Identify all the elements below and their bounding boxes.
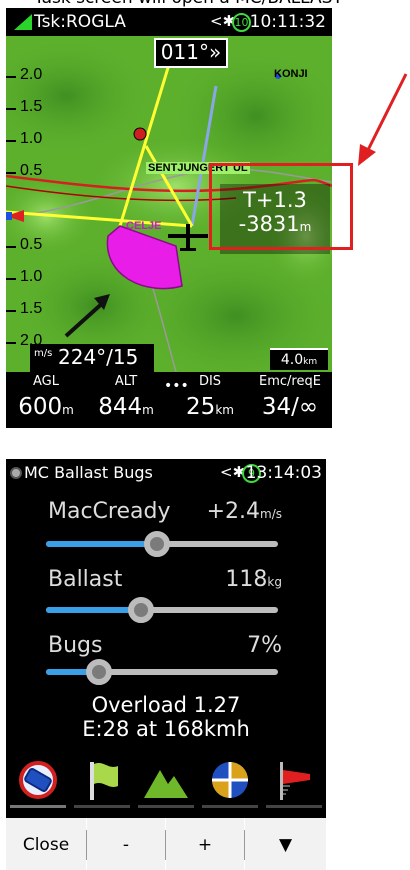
caption-text: Task screen will open a MC/BALLAST (34, 0, 343, 8)
ballast-slider[interactable] (46, 597, 278, 623)
clock: 13:14:03 (245, 463, 322, 483)
nav-value: 34/∞ (261, 394, 319, 420)
page-caption: Task screen will open a MC/BALLAST (0, 0, 410, 8)
nav-label: AGL (33, 374, 59, 389)
slider-fill (46, 541, 158, 547)
nav-unit: km (215, 403, 234, 417)
close-button[interactable]: Close (6, 818, 86, 870)
status-bar: MC Ballast Bugs <✱ 9 13:14:03 (6, 459, 326, 487)
maccready-value: +2.4m/s (207, 499, 282, 524)
glider-icon[interactable] (10, 756, 66, 808)
plus-button[interactable]: + (166, 818, 244, 870)
button-bar: Close - + ▼ (6, 816, 326, 870)
bugs-slider[interactable] (46, 659, 278, 685)
scale-label: 1.0 (20, 268, 43, 285)
scale-label: 0.5 (20, 162, 43, 179)
menu-icon-row (6, 752, 326, 812)
mountain-icon[interactable] (138, 756, 194, 808)
ballast-unit: kg (267, 575, 282, 589)
scale-label: 0.5 (20, 236, 43, 253)
scale-label: 1.0 (20, 130, 43, 147)
nav-box-emc[interactable]: Emc/reqE 34/∞ (250, 372, 330, 428)
map-scale-unit: km (303, 357, 318, 367)
efficiency-text: E:28 at 168kmh (82, 717, 250, 741)
nav-box-alt[interactable]: ALT 844m (86, 372, 166, 428)
wind-unit: m/s (34, 348, 53, 359)
red-arrow-icon (358, 73, 408, 166)
gps-status-icon (10, 467, 22, 479)
windsock-icon[interactable] (266, 756, 322, 808)
overload-text: Overload 1.27 (91, 693, 241, 717)
wind-box[interactable]: m/s 224°/15 (30, 344, 154, 372)
minus-button[interactable]: - (87, 818, 165, 870)
nav-label: DIS (198, 374, 222, 389)
bugs-label: Bugs (48, 633, 103, 658)
nav-label: Emc/reqE (259, 374, 321, 389)
slider-knob[interactable] (128, 597, 155, 623)
heading-value: 011° (160, 40, 209, 64)
poi-konji[interactable]: KONJI (274, 68, 308, 80)
bugs-value: 7% (247, 633, 282, 658)
vario-scale: 2.0 1.5 1.0 0.5 0.5 1.0 1.5 2.0 (6, 36, 48, 372)
maccready-unit: m/s (260, 507, 282, 521)
slider-fill (46, 607, 142, 613)
maccready-number: +2.4 (206, 499, 261, 524)
ballast-value: 118kg (225, 567, 282, 592)
scale-label: 2.0 (20, 66, 43, 83)
slider-knob[interactable] (144, 531, 171, 557)
nav-box-bar: ••• AGL 600m ALT 844m DIS 25km Emc/reqE … (6, 372, 332, 428)
nav-unit: m (142, 403, 154, 417)
clock: 10:11:32 (249, 12, 326, 32)
map-scale-value: 4.0 (280, 352, 304, 368)
nav-value: 600 (18, 394, 63, 420)
poi-celje[interactable]: CELJE (126, 220, 161, 232)
scale-label: 1.5 (20, 98, 43, 115)
status-bar: Tsk:ROGLA <✱ 10 10:11:32 (6, 8, 332, 36)
ballast-number: 118 (225, 567, 268, 592)
highlight-box (209, 163, 353, 250)
slider-knob[interactable] (86, 659, 113, 685)
nav-box-agl[interactable]: AGL 600m (6, 372, 86, 428)
compass-icon[interactable] (202, 756, 258, 808)
map-scale[interactable]: 4.0km (270, 348, 328, 370)
more-button[interactable]: ▼ (245, 818, 326, 870)
heading-box[interactable]: 011°» (154, 38, 228, 68)
task-title[interactable]: Tsk:ROGLA (34, 12, 126, 32)
signal-icon (14, 14, 32, 30)
scale-label: 1.5 (20, 300, 43, 317)
satellite-count: 10 (232, 13, 251, 32)
nav-box-dis[interactable]: DIS 25km (170, 372, 250, 428)
maccready-label: MacCready (48, 499, 171, 524)
wind-value: 224°/15 (58, 345, 139, 369)
nav-value: 25 (186, 394, 216, 420)
ballast-label: Ballast (48, 567, 123, 592)
flag-icon[interactable] (74, 756, 130, 808)
maccready-slider[interactable] (46, 531, 278, 557)
screen-title: MC Ballast Bugs (24, 463, 153, 482)
nav-unit: m (62, 403, 74, 417)
mc-ballast-screen: MC Ballast Bugs <✱ 9 13:14:03 MacCready … (6, 459, 326, 870)
heading-arrows: » (208, 40, 222, 64)
nav-label: ALT (114, 374, 138, 389)
nav-value: 844 (98, 394, 143, 420)
